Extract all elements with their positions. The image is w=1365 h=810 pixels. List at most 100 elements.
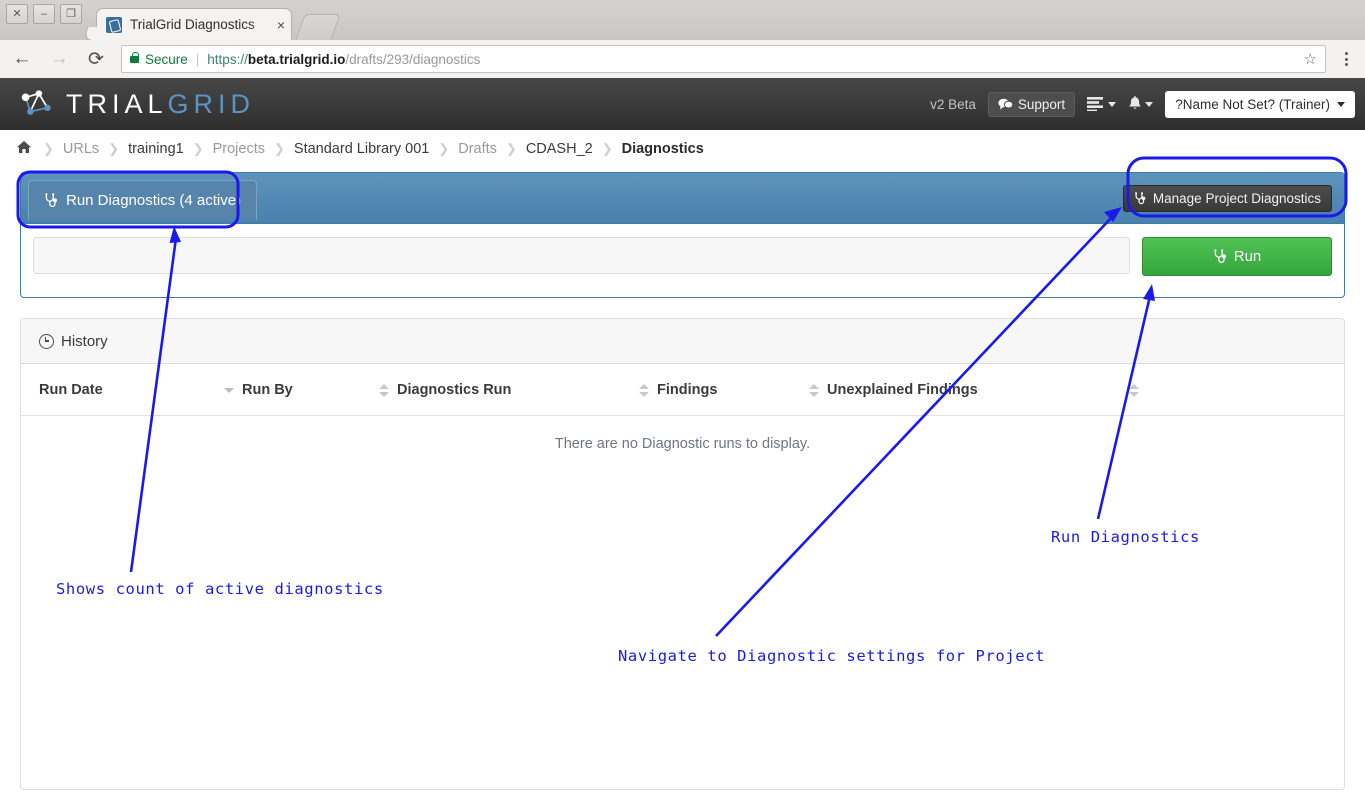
browser-tab-title: TrialGrid Diagnostics	[130, 17, 255, 32]
list-menu-icon	[1087, 97, 1104, 111]
logo-secondary-text: GRID	[167, 89, 256, 119]
notifications-button[interactable]	[1128, 96, 1154, 112]
history-table-head: Run Date Run By Diagnostics Run Findings…	[21, 364, 1344, 416]
window-maximize-button[interactable]: ❐	[60, 4, 82, 24]
bookmark-star-icon[interactable]: ☆	[1296, 50, 1317, 68]
breadcrumb: ❯ URLs ❯ training1 ❯ Projects ❯ Standard…	[0, 130, 1365, 168]
window-minimize-button[interactable]: –	[33, 4, 55, 24]
app-logo[interactable]: TRIALGRID	[18, 85, 255, 123]
breadcrumb-item-drafts[interactable]: Drafts	[458, 141, 497, 157]
chevron-down-icon	[1108, 101, 1117, 107]
column-header-findings[interactable]: Findings	[639, 364, 809, 416]
column-header-run-by-label: Run By	[242, 382, 293, 398]
history-table: Run Date Run By Diagnostics Run Findings…	[21, 364, 1344, 472]
browser-toolbar: ← → ⟳ Secure | https:// beta.trialgrid.i…	[0, 40, 1365, 79]
new-tab-button[interactable]	[295, 14, 341, 40]
home-icon[interactable]	[16, 140, 32, 158]
breadcrumb-separator: ❯	[601, 141, 613, 156]
column-header-run-date[interactable]: Run Date	[21, 364, 224, 416]
url-host: beta.trialgrid.io	[247, 51, 346, 67]
support-label: Support	[1017, 96, 1066, 112]
history-panel-header: History	[21, 319, 1344, 364]
history-table-header-row: Run Date Run By Diagnostics Run Findings…	[21, 364, 1344, 416]
column-header-unexplained-findings-label: Unexplained Findings	[827, 382, 978, 398]
logo-primary-text: TRIAL	[66, 89, 168, 119]
tab-run-diagnostics[interactable]: Run Diagnostics (4 active)	[28, 180, 258, 220]
trialgrid-favicon-icon	[106, 16, 122, 33]
history-table-body: There are no Diagnostic runs to display.	[21, 416, 1344, 473]
column-header-diagnostics-run[interactable]: Diagnostics Run	[379, 364, 639, 416]
support-button[interactable]: Support	[987, 91, 1076, 117]
breadcrumb-separator: ❯	[438, 141, 450, 156]
breadcrumb-item-cdash-2[interactable]: CDASH_2	[526, 141, 593, 157]
app-logo-text: TRIALGRID	[66, 85, 255, 123]
run-diagnostics-panel-body: Run	[21, 224, 1344, 298]
tab-run-diagnostics-label: Run Diagnostics (4 active)	[66, 192, 242, 209]
header-actions: v2 Beta Support ?Name Not Set? (Trainer)	[930, 78, 1355, 130]
security-label: Secure	[145, 51, 188, 67]
column-header-run-date-label: Run Date	[39, 382, 103, 398]
url-path: /drafts/293/diagnostics	[345, 51, 481, 67]
history-empty-message: There are no Diagnostic runs to display.	[554, 436, 811, 452]
omnibox-divider: |	[195, 51, 200, 67]
run-button-label: Run	[1233, 248, 1262, 265]
diagnostics-icon	[1214, 249, 1226, 263]
sort-both-icon	[639, 383, 649, 397]
breadcrumb-separator: ❯	[43, 141, 54, 156]
sort-both-icon	[379, 383, 389, 397]
manage-project-diagnostics-button[interactable]: Manage Project Diagnostics	[1122, 185, 1332, 212]
reload-icon[interactable]: ⟳	[81, 44, 111, 74]
close-icon[interactable]: ×	[277, 17, 285, 33]
home-glyph-icon	[16, 141, 32, 153]
app-header: TRIALGRID v2 Beta Support ?Name Not Set?…	[0, 78, 1365, 130]
window-close-button[interactable]: ✕	[6, 4, 28, 24]
bell-icon	[1129, 96, 1141, 109]
diagnostics-icon	[45, 193, 57, 207]
manage-project-diagnostics-label: Manage Project Diagnostics	[1152, 191, 1321, 206]
breadcrumb-item-urls[interactable]: URLs	[63, 141, 99, 157]
back-icon[interactable]: ←	[7, 44, 37, 74]
user-menu-label: ?Name Not Set? (Trainer)	[1175, 96, 1330, 112]
column-header-findings-label: Findings	[657, 382, 718, 398]
browser-window: ✕ – ❐ TrialGrid Diagnostics × ← → ⟳ Secu…	[0, 0, 1365, 810]
chevron-down-icon	[1145, 101, 1154, 107]
breadcrumb-item-projects[interactable]: Projects	[213, 141, 265, 157]
diagnostics-icon	[1135, 192, 1146, 205]
diagnostics-select-input[interactable]	[33, 237, 1130, 274]
window-controls: ✕ – ❐	[6, 4, 82, 24]
run-button[interactable]: Run	[1142, 237, 1332, 276]
browser-tab[interactable]: TrialGrid Diagnostics ×	[96, 8, 292, 40]
chevron-down-icon	[1337, 101, 1345, 107]
breadcrumb-item-training1[interactable]: training1	[128, 141, 184, 157]
breadcrumb-separator: ❯	[274, 141, 285, 156]
trialgrid-logo-icon	[21, 90, 51, 115]
sort-both-icon	[809, 383, 819, 397]
breadcrumb-item-diagnostics: Diagnostics	[621, 141, 704, 157]
breadcrumb-separator: ❯	[192, 141, 204, 156]
history-panel-title: History	[61, 332, 108, 350]
user-menu-button[interactable]: ?Name Not Set? (Trainer)	[1165, 90, 1355, 118]
address-bar[interactable]: Secure | https:// beta.trialgrid.io /dra…	[121, 45, 1326, 73]
browser-menu-icon[interactable]	[1333, 44, 1359, 74]
breadcrumb-item-standard-library-001[interactable]: Standard Library 001	[294, 141, 429, 157]
run-diagnostics-panel: Run Diagnostics (4 active) Manage Projec…	[20, 172, 1345, 298]
forward-icon: →	[49, 48, 69, 69]
column-header-diagnostics-run-label: Diagnostics Run	[397, 382, 512, 398]
sort-both-icon	[1129, 383, 1139, 397]
history-empty-row: There are no Diagnostic runs to display.	[21, 416, 1344, 473]
apps-menu-button[interactable]	[1087, 97, 1117, 111]
lock-icon	[130, 51, 139, 63]
breadcrumb-separator: ❯	[505, 141, 517, 156]
sort-desc-icon	[224, 384, 234, 397]
history-panel: History Run Date Run By Diagnostics Run …	[20, 318, 1345, 790]
browser-tab-strip: ✕ – ❐ TrialGrid Diagnostics ×	[0, 0, 1365, 41]
column-header-actions[interactable]	[1129, 364, 1344, 416]
version-label: v2 Beta	[930, 96, 976, 112]
url-scheme: https://	[207, 51, 248, 67]
breadcrumb-separator: ❯	[108, 141, 120, 156]
clock-icon	[39, 333, 54, 349]
column-header-unexplained-findings[interactable]: Unexplained Findings	[809, 364, 1129, 416]
column-header-run-by[interactable]: Run By	[224, 364, 379, 416]
run-diagnostics-panel-header: Run Diagnostics (4 active) Manage Projec…	[21, 173, 1344, 224]
chat-bubble-icon	[998, 98, 1013, 109]
